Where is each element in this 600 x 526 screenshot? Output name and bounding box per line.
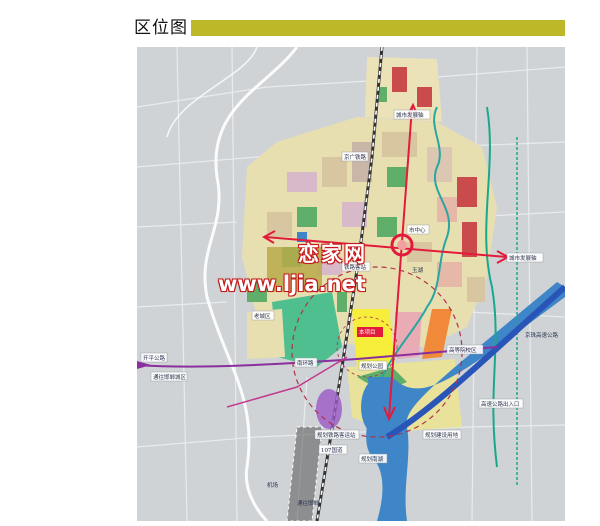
label-to-handan: 通往邯郸 [297,499,320,507]
label-highway-107: 107国道 [321,446,343,454]
watermark-url: www.ljia.net [218,272,366,296]
label-city-axis-north: 城市发展轴 [396,111,424,119]
page-title: 区位图 [134,18,188,38]
label-south-ring: 南环路 [297,359,314,367]
label-park: 规划公园 [361,362,384,370]
watermark-name: 恋家网 [298,242,367,266]
label-airport: 机场 [267,481,279,489]
label-old-city: 老城区 [254,312,271,320]
south-lake [361,379,393,435]
label-jingguang-railway: 京广铁路 [344,153,367,161]
label-highway-entrance: 高速公路出入口 [481,400,520,408]
title-bar [191,20,565,36]
label-east-highway: 京珠高速公路 [525,331,559,339]
label-lake: 玉湖 [412,266,424,274]
planned-station-ellipse [316,389,342,429]
label-city-center: 市中心 [409,226,426,234]
label-plot-site: 本项目 [359,328,376,336]
label-tongwang-road: 通往邯郸城区 [153,373,187,381]
label-planned-south-lake: 规划南湖 [361,455,384,463]
label-planned-land: 规划建设用地 [425,431,459,439]
label-planned-rail-station: 规划铁路客运站 [317,431,356,439]
label-city-axis-east: 城市发展轴 [509,254,537,262]
label-kaiping-road: 开平公路 [143,354,166,362]
label-gaomao-school: 高等院校区 [449,346,477,354]
